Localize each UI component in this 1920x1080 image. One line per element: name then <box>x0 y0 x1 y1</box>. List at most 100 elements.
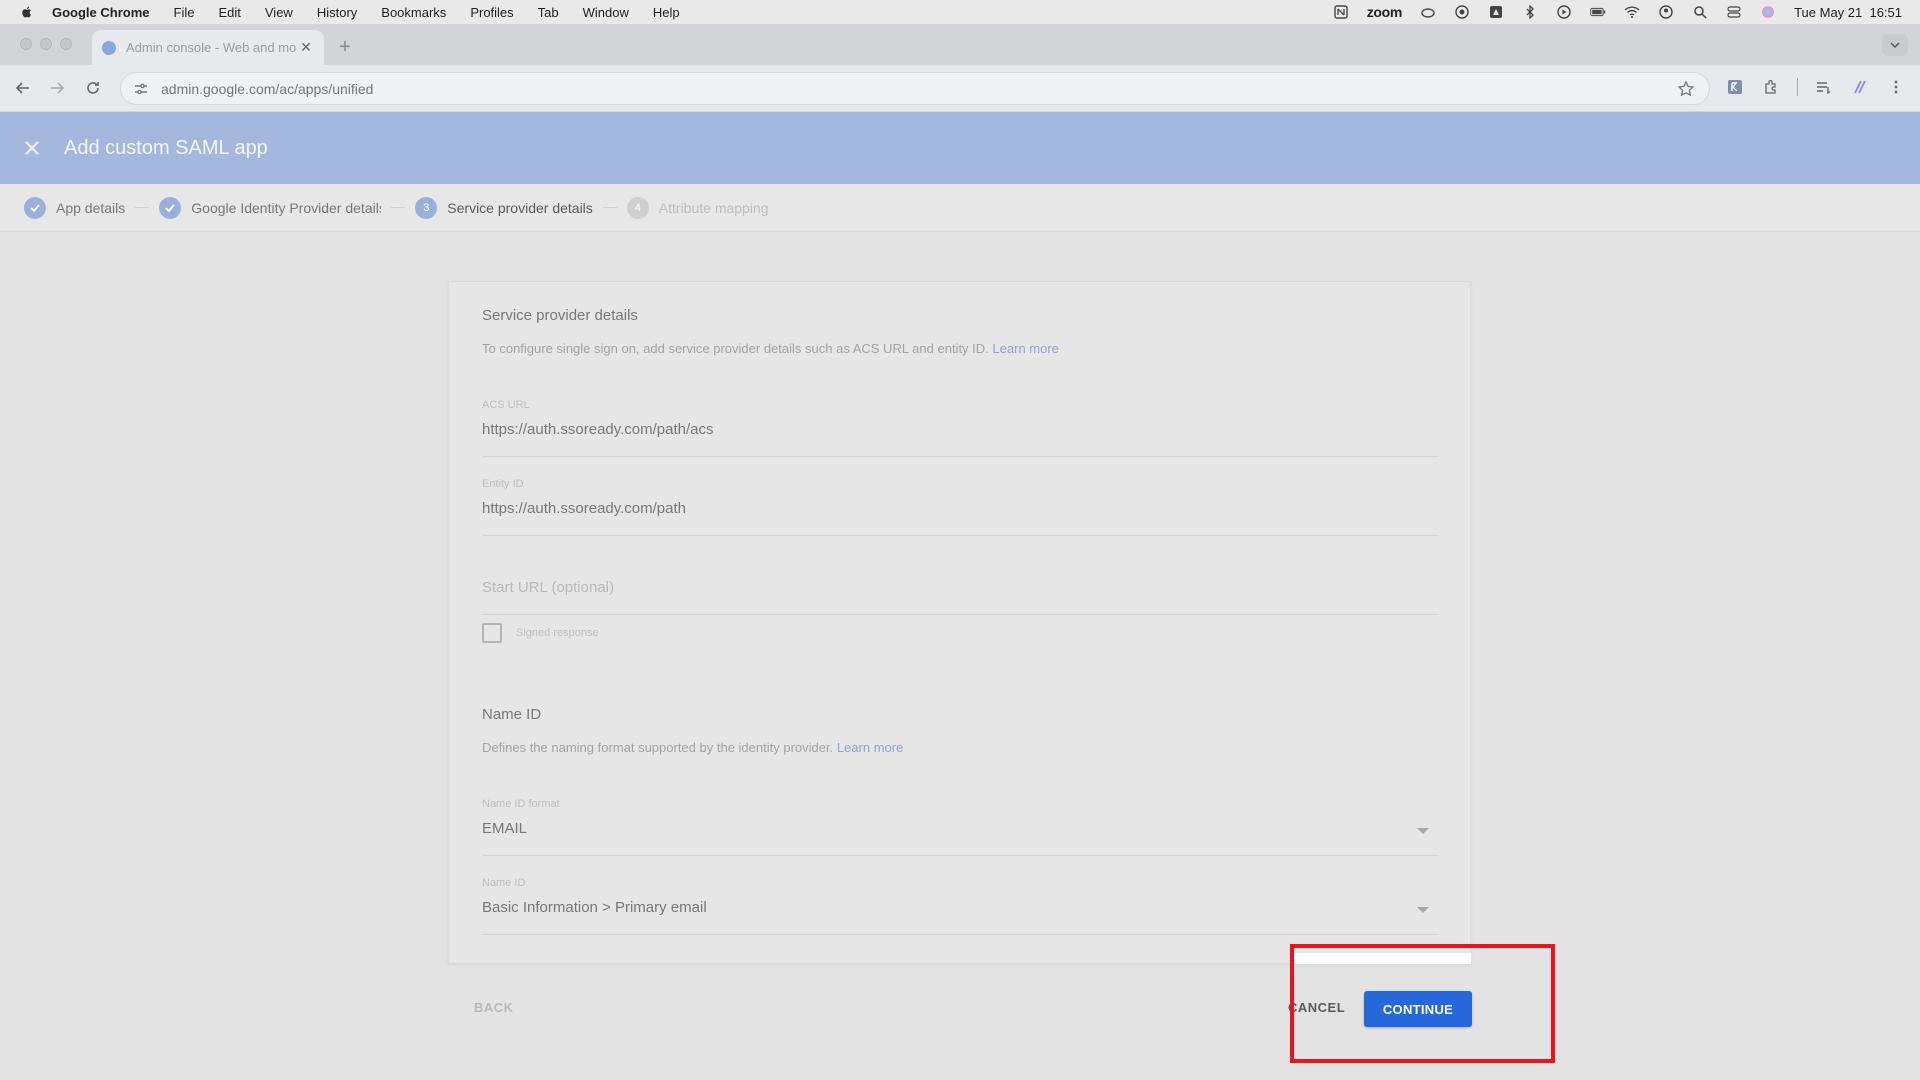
step-number: 4 <box>626 196 649 219</box>
window-minimize-button[interactable] <box>40 38 52 50</box>
toolbar-separator <box>1797 78 1798 96</box>
siri-icon[interactable] <box>1760 5 1776 19</box>
menu-view[interactable]: View <box>265 5 293 20</box>
description-text: To configure single sign on, add service… <box>482 341 989 356</box>
notion-icon[interactable] <box>1333 5 1349 19</box>
menubar-datetime[interactable]: Tue May 21 16:51 <box>1794 5 1902 20</box>
service-provider-card: Service provider details To configure si… <box>448 281 1471 964</box>
browser-tabstrip: Admin console - Web and mo ✕ + <box>0 24 1920 65</box>
step-label: App details <box>56 199 126 216</box>
learn-more-link[interactable]: Learn more <box>992 341 1058 356</box>
learn-more-link[interactable]: Learn more <box>837 740 903 755</box>
description-text: Defines the naming format supported by t… <box>482 740 834 755</box>
start-url-field[interactable]: Start URL (optional) <box>482 557 1439 615</box>
admin-console-favicon-icon <box>102 40 116 55</box>
name-id-select[interactable]: Name ID Basic Information > Primary emai… <box>482 877 1439 935</box>
back-arrow-icon[interactable] <box>12 77 34 99</box>
name-id-format-value: EMAIL <box>482 820 528 837</box>
back-button[interactable]: BACK <box>474 1000 514 1015</box>
profile-avatar-icon[interactable] <box>1850 77 1870 97</box>
control-center-icon[interactable] <box>1726 5 1742 19</box>
tab-title: Admin console - Web and mo <box>126 40 297 55</box>
address-url: admin.google.com/ac/apps/unified <box>161 80 374 97</box>
window-controls <box>20 38 72 50</box>
reading-list-icon[interactable] <box>1814 77 1834 97</box>
section-title-service-provider: Service provider details <box>482 307 638 324</box>
extension-rb-icon[interactable] <box>1725 77 1745 97</box>
step-connector <box>602 207 617 208</box>
record-icon[interactable] <box>1454 5 1470 19</box>
step-google-idp-details[interactable]: Google Identity Provider details <box>159 196 382 219</box>
close-dialog-icon[interactable] <box>20 136 44 160</box>
menu-app-name[interactable]: Google Chrome <box>52 5 150 20</box>
zoom-status-label[interactable]: zoom <box>1367 4 1403 20</box>
cloud-icon[interactable] <box>1420 5 1436 19</box>
bluetooth-icon[interactable] <box>1522 5 1538 19</box>
acs-url-field[interactable]: ACS URL https://auth.ssoready.com/path/a… <box>482 399 1439 457</box>
browser-tab-admin-console[interactable]: Admin console - Web and mo ✕ <box>92 30 324 65</box>
signed-response-row[interactable]: Signed response <box>482 623 599 643</box>
entity-id-label: Entity ID <box>482 478 524 490</box>
step-label: Google Identity Provider details <box>191 199 382 216</box>
name-id-value: Basic Information > Primary email <box>482 899 707 916</box>
forward-arrow-icon[interactable] <box>46 77 68 99</box>
user-account-icon[interactable] <box>1658 5 1674 19</box>
section-title-name-id: Name ID <box>482 706 542 723</box>
toolbar-extensions <box>1725 77 1906 97</box>
page-title: Add custom SAML app <box>64 136 268 159</box>
step-check-icon <box>159 196 182 219</box>
extensions-puzzle-icon[interactable] <box>1761 77 1781 97</box>
signed-response-checkbox[interactable] <box>482 623 502 643</box>
entity-id-field[interactable]: Entity ID https://auth.ssoready.com/path <box>482 478 1439 536</box>
spotlight-search-icon[interactable] <box>1692 5 1708 19</box>
step-connector <box>391 207 406 208</box>
dropdown-arrow-icon[interactable] <box>1417 828 1429 834</box>
menu-bookmarks[interactable]: Bookmarks <box>381 5 446 20</box>
new-tab-button[interactable]: + <box>334 36 356 58</box>
name-id-format-select[interactable]: Name ID format EMAIL <box>482 798 1439 856</box>
setup-stepper: App details Google Identity Provider det… <box>0 184 1920 232</box>
apple-icon[interactable] <box>20 4 38 20</box>
window-close-button[interactable] <box>20 38 32 50</box>
step-label: Service provider details <box>447 199 593 216</box>
wifi-icon[interactable] <box>1624 5 1640 19</box>
menu-edit[interactable]: Edit <box>218 5 240 20</box>
step-attribute-mapping: 4 Attribute mapping <box>626 196 769 219</box>
name-id-label: Name ID <box>482 877 526 889</box>
menu-file[interactable]: File <box>174 5 195 20</box>
step-number: 3 <box>415 196 438 219</box>
menu-window[interactable]: Window <box>583 5 629 20</box>
window-zoom-button[interactable] <box>60 38 72 50</box>
step-service-provider-details[interactable]: 3 Service provider details <box>415 196 593 219</box>
acs-url-value: https://auth.ssoready.com/path/acs <box>482 421 714 438</box>
tab-search-button[interactable] <box>1882 34 1908 56</box>
menu-tab[interactable]: Tab <box>538 5 559 20</box>
site-settings-icon[interactable] <box>133 81 149 97</box>
saml-app-header: Add custom SAML app <box>0 112 1920 184</box>
step-app-details[interactable]: App details <box>24 196 126 219</box>
menu-history[interactable]: History <box>317 5 357 20</box>
step-label: Attribute mapping <box>658 199 769 216</box>
bookmark-star-icon[interactable] <box>1677 80 1695 98</box>
section-description-name-id: Defines the naming format supported by t… <box>482 740 903 755</box>
menu-help[interactable]: Help <box>653 5 680 20</box>
reload-icon[interactable] <box>82 77 104 99</box>
start-url-placeholder: Start URL (optional) <box>482 579 614 596</box>
step-check-icon <box>24 196 46 219</box>
highlight-box <box>1290 944 1555 1063</box>
entity-id-value: https://auth.ssoready.com/path <box>482 500 687 517</box>
address-bar[interactable]: admin.google.com/ac/apps/unified <box>120 72 1710 105</box>
step-connector <box>135 207 150 208</box>
menubar-status-area: zoom Tue May 21 16:51 <box>1333 0 1902 24</box>
name-id-format-label: Name ID format <box>482 798 560 810</box>
battery-icon[interactable] <box>1590 5 1606 19</box>
browser-toolbar: admin.google.com/ac/apps/unified <box>0 65 1920 112</box>
tab-close-icon[interactable]: ✕ <box>298 39 314 56</box>
chrome-menu-icon[interactable] <box>1886 77 1906 97</box>
section-description-service-provider: To configure single sign on, add service… <box>482 341 1059 356</box>
drive-icon[interactable] <box>1488 5 1504 19</box>
play-icon[interactable] <box>1556 5 1572 19</box>
dropdown-arrow-icon[interactable] <box>1417 907 1429 913</box>
acs-url-label: ACS URL <box>482 399 530 411</box>
menu-profiles[interactable]: Profiles <box>470 5 513 20</box>
